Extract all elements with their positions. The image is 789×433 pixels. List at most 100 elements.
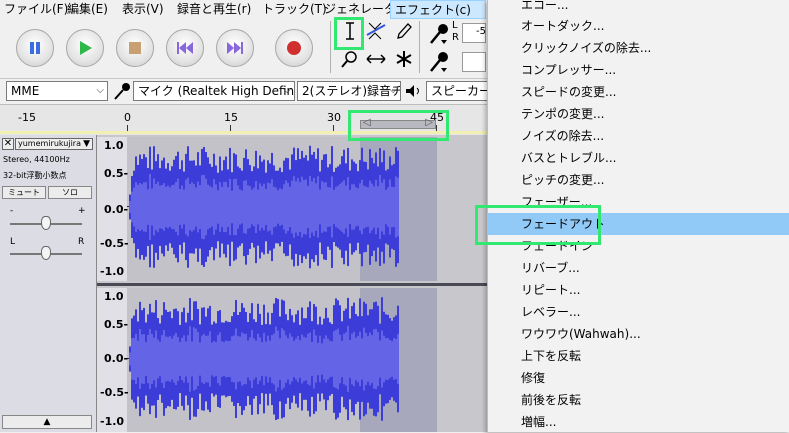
- gain-plus-label: +: [78, 206, 86, 216]
- audio-host-select[interactable]: MME ⌵: [6, 81, 108, 101]
- waveform-rms: [201, 175, 203, 239]
- mute-button[interactable]: ミュート: [2, 186, 46, 199]
- ruler-tick: 0: [124, 111, 131, 124]
- menu-item-reverse[interactable]: 前後を反転: [488, 389, 789, 411]
- waveform-rms: [211, 187, 213, 227]
- pause-button[interactable]: [16, 29, 54, 67]
- waveform-rms: [175, 182, 177, 232]
- menu-item-invert[interactable]: 上下を反転: [488, 345, 789, 367]
- track-name-menu[interactable]: yumemirukujira ▼: [15, 138, 93, 150]
- menu-item-change-pitch[interactable]: ピッチの変更...: [488, 169, 789, 191]
- waveform-rms: [345, 332, 347, 386]
- waveform-rms: [295, 181, 297, 233]
- waveform-rms: [211, 342, 213, 376]
- waveform-rms: [175, 332, 177, 386]
- waveform-rms: [295, 338, 297, 380]
- record-meter-icon[interactable]: [428, 22, 450, 49]
- playback-meter-icon[interactable]: [428, 50, 450, 77]
- waveform-rms: [231, 190, 233, 224]
- record-meter[interactable]: -5: [462, 23, 486, 43]
- waveform-rms: [395, 176, 397, 238]
- waveform-rms: [379, 174, 381, 240]
- menu-item-change-speed[interactable]: スピードの変更...: [488, 81, 789, 103]
- waveform-rms: [143, 334, 145, 384]
- close-track-button[interactable]: ✕: [2, 138, 14, 150]
- meter-left-label: L: [452, 20, 458, 31]
- waveform-rms: [353, 184, 355, 230]
- menu-item-change-tempo[interactable]: テンポの変更...: [488, 103, 789, 125]
- waveform-rms: [321, 181, 323, 233]
- menu-item-leveller[interactable]: レベラー...: [488, 301, 789, 323]
- playback-meter[interactable]: [462, 52, 486, 72]
- input-device-select[interactable]: マイク (Realtek High Defini ⌵: [133, 81, 295, 101]
- menu-effect[interactable]: エフェクト(c): [390, 0, 486, 19]
- menu-item-bass-treble[interactable]: バスとトレブル...: [488, 147, 789, 169]
- menu-item-amplify[interactable]: 増幅...: [488, 411, 789, 433]
- solo-button[interactable]: ソロ: [48, 186, 92, 199]
- stop-button[interactable]: [116, 29, 154, 67]
- gain-slider-thumb[interactable]: [41, 216, 51, 230]
- waveform-rms: [287, 338, 289, 380]
- waveform-rms: [271, 179, 273, 235]
- record-button[interactable]: [275, 29, 313, 67]
- waveform-rms: [341, 340, 343, 378]
- waveform-rms: [385, 189, 387, 225]
- skip-start-button[interactable]: [166, 29, 204, 67]
- waveform-rms: [379, 340, 381, 378]
- menu-item-noise-reduction[interactable]: ノイズの除去...: [488, 125, 789, 147]
- waveform-rms: [251, 189, 253, 225]
- waveform-rms: [157, 181, 159, 233]
- pause-icon: [30, 42, 40, 54]
- pan-left-label: L: [10, 237, 16, 247]
- zoom-tool[interactable]: [338, 48, 362, 70]
- waveform-rms: [391, 186, 393, 228]
- menu-item-compressor[interactable]: コンプレッサー...: [488, 59, 789, 81]
- output-device-select[interactable]: スピーカー /: [426, 81, 488, 101]
- collapse-track-button[interactable]: ▲: [2, 415, 92, 429]
- channels-select[interactable]: 2(ステレオ)録音チ ⌵: [297, 81, 401, 101]
- waveform-rms: [201, 335, 203, 383]
- waveform-rms: [265, 188, 267, 226]
- waveform-rms: [223, 181, 225, 233]
- waveform-rms: [231, 336, 233, 382]
- waveform-rms: [327, 187, 329, 227]
- menu-item-repeat[interactable]: リピート...: [488, 279, 789, 301]
- envelope-tool[interactable]: [364, 20, 388, 42]
- waveform-rms: [247, 185, 249, 229]
- menu-view[interactable]: 表示(V): [122, 0, 164, 19]
- waveform-rms: [273, 186, 275, 228]
- waveform-rms: [153, 337, 155, 381]
- menu-tracks[interactable]: トラック(T): [262, 0, 327, 19]
- multi-tool[interactable]: [392, 48, 416, 70]
- waveform-rms: [139, 329, 141, 389]
- pan-slider-thumb[interactable]: [41, 246, 51, 260]
- waveform-rms: [293, 176, 295, 238]
- stop-icon: [129, 42, 141, 54]
- time-shift-tool[interactable]: [364, 48, 388, 70]
- waveform-rms: [375, 179, 377, 235]
- menu-item-echo[interactable]: エコー...: [488, 0, 789, 16]
- waveform-rms: [383, 335, 385, 383]
- menu-edit[interactable]: 編集(E): [67, 0, 108, 19]
- waveform-rms: [307, 185, 309, 229]
- waveform-rms: [213, 340, 215, 378]
- menu-item-click-removal[interactable]: クリックノイズの除去...: [488, 37, 789, 59]
- menu-file[interactable]: ファイル(F): [4, 0, 68, 19]
- menu-item-auto-duck[interactable]: オートダック...: [488, 15, 789, 37]
- menu-transport[interactable]: 録音と再生(r): [177, 0, 251, 19]
- waveform-rms: [203, 174, 205, 240]
- menu-item-reverb[interactable]: リバーブ...: [488, 257, 789, 279]
- menu-item-repair[interactable]: 修復: [488, 367, 789, 389]
- waveform-rms: [297, 335, 299, 383]
- menu-item-wahwah[interactable]: ワウワウ(Wahwah)...: [488, 323, 789, 345]
- waveform-rms: [377, 331, 379, 387]
- waveform-rms: [249, 337, 251, 381]
- draw-tool[interactable]: [392, 20, 416, 42]
- waveform-rms: [185, 179, 187, 235]
- waveform-rms: [365, 332, 367, 386]
- skip-end-button[interactable]: [216, 29, 254, 67]
- play-button[interactable]: [66, 29, 104, 67]
- waveform-rms: [193, 327, 195, 391]
- waveform-rms: [167, 185, 169, 229]
- waveform-rms: [391, 341, 393, 377]
